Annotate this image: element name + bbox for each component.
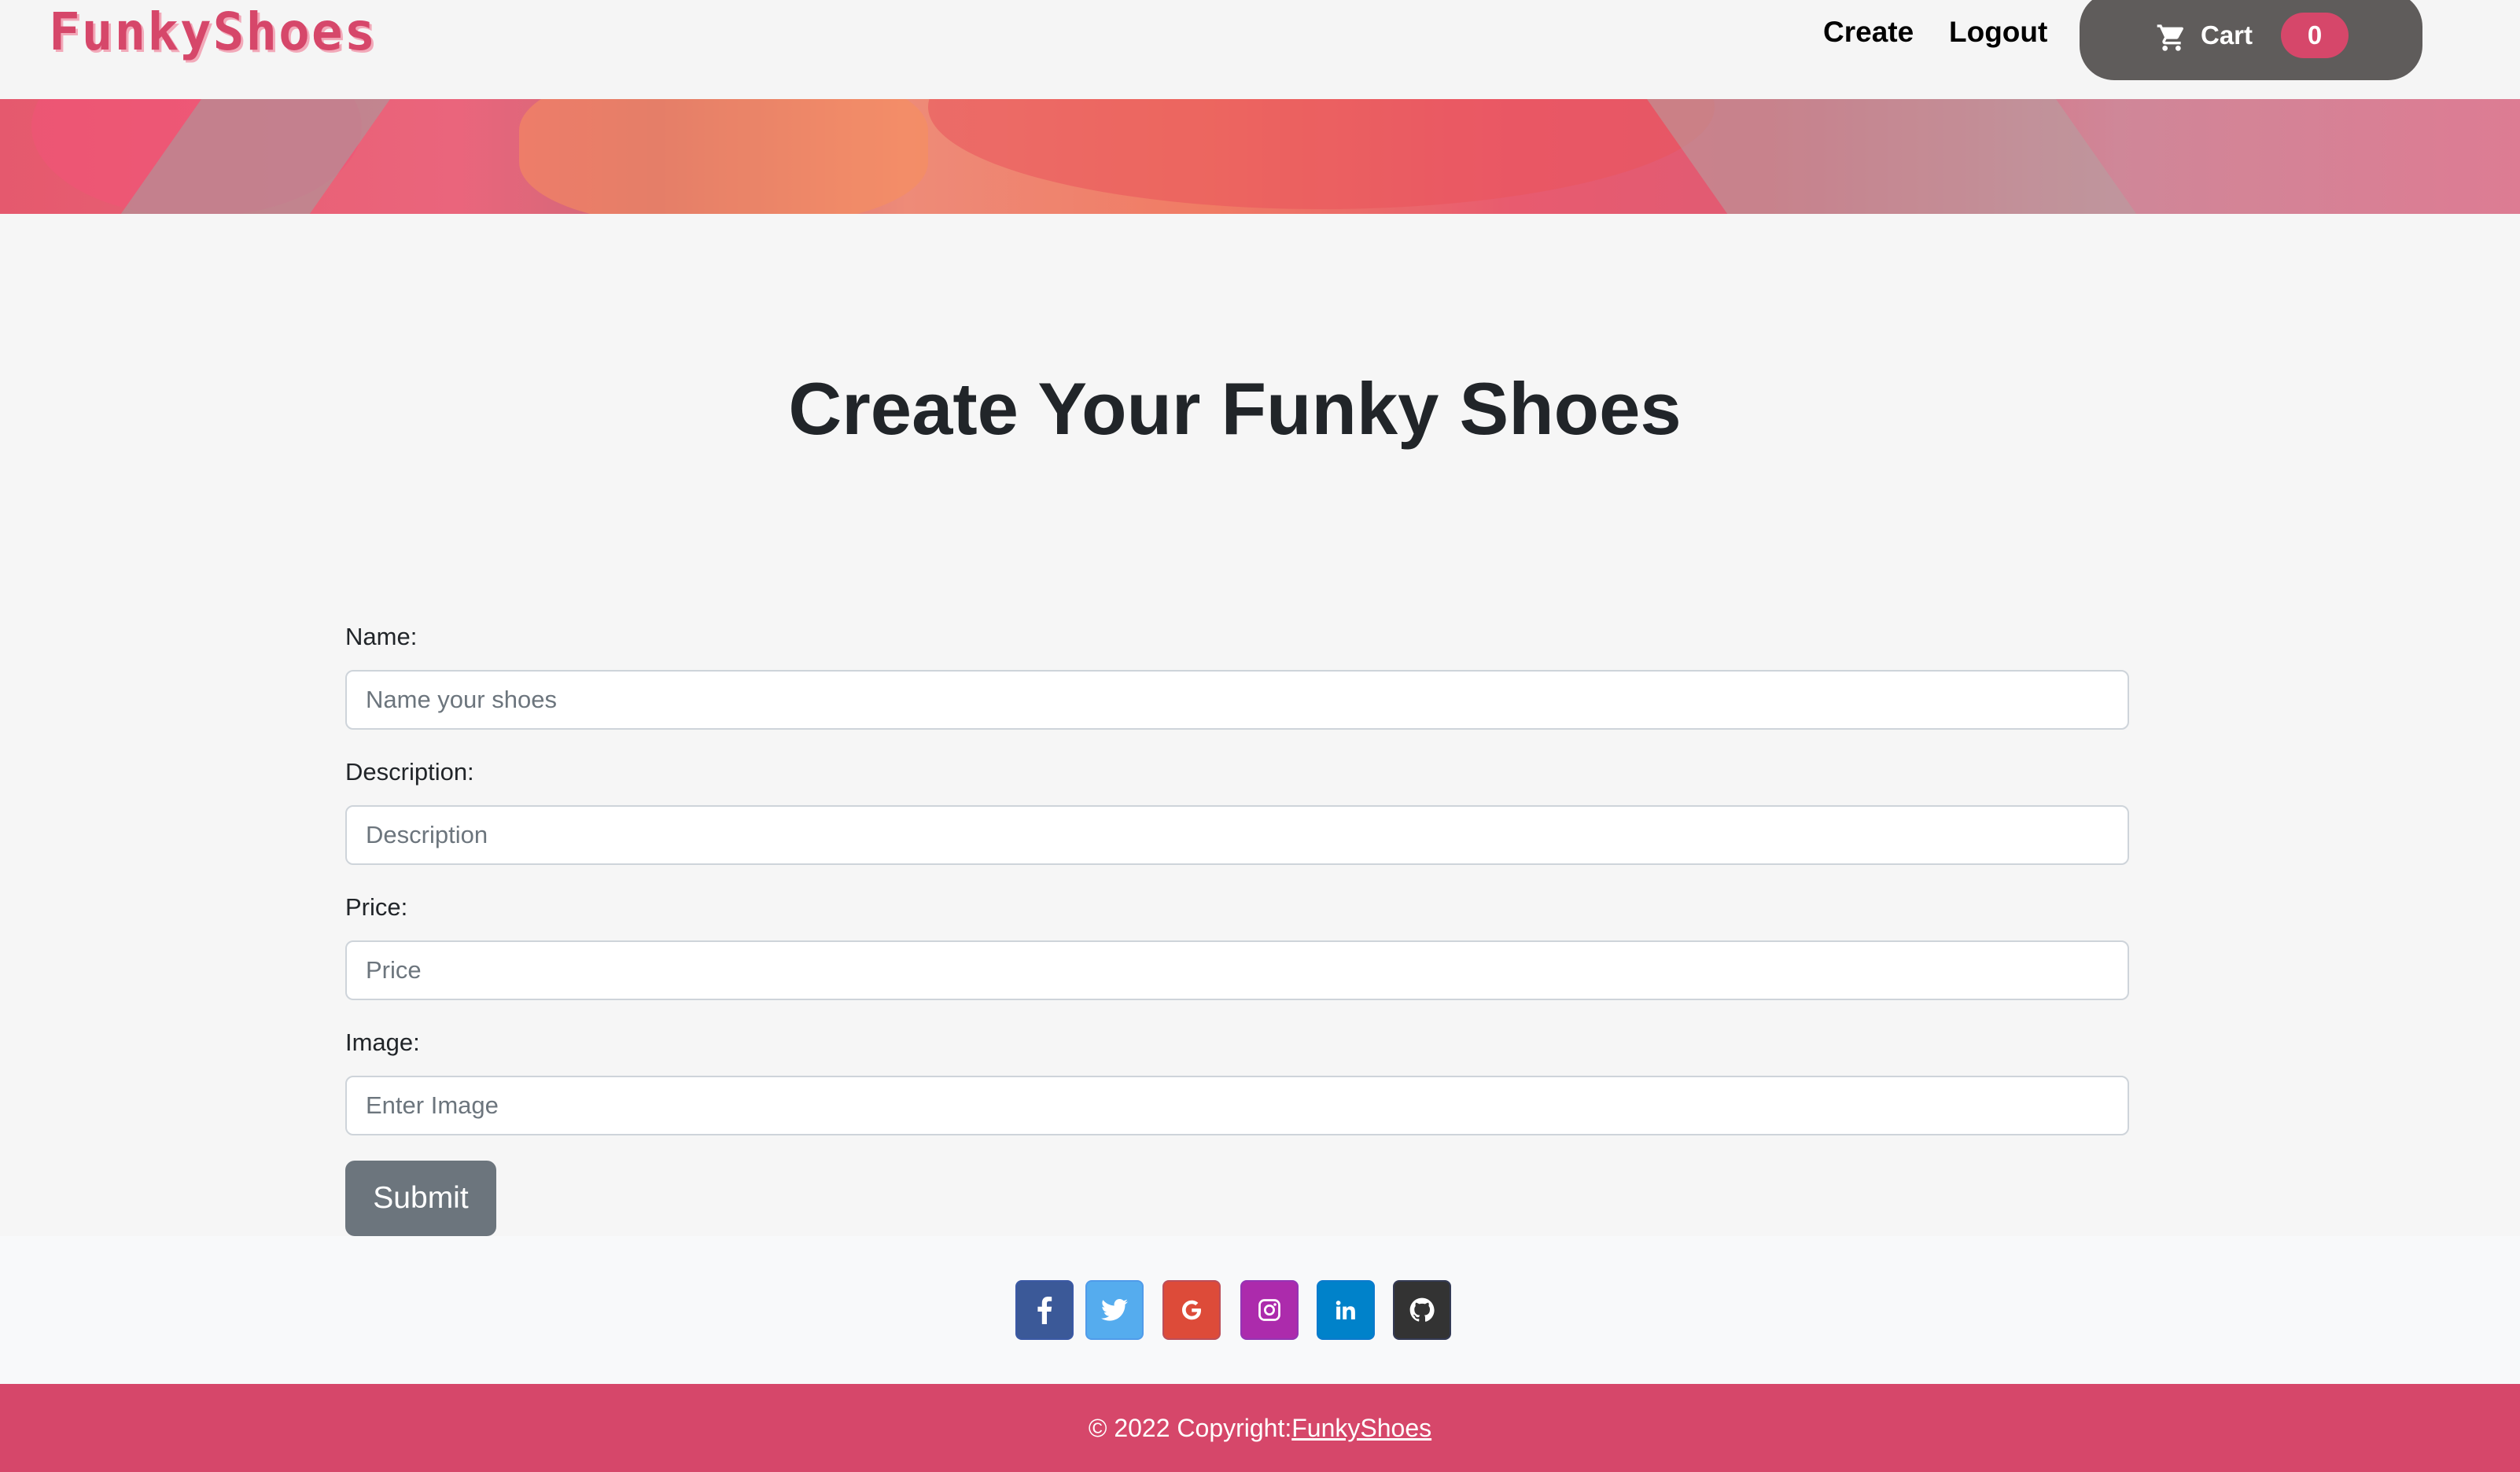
- google-button[interactable]: [1162, 1280, 1221, 1340]
- name-label: Name:: [345, 623, 418, 650]
- brand-logo[interactable]: FunkyShoes: [49, 2, 377, 62]
- nav-create-link[interactable]: Create: [1823, 16, 1914, 49]
- instagram-icon: [1258, 1299, 1280, 1321]
- submit-button[interactable]: Submit: [345, 1161, 496, 1236]
- cart-button[interactable]: Cart 0: [2080, 0, 2422, 80]
- image-label: Image:: [345, 1029, 420, 1056]
- price-label: Price:: [345, 893, 408, 921]
- hero-banner-image: [0, 99, 2520, 214]
- twitter-button[interactable]: [1085, 1280, 1144, 1340]
- price-input[interactable]: [345, 940, 2129, 1000]
- shopping-cart-icon: [2157, 24, 2184, 51]
- linkedin-icon: [1336, 1301, 1355, 1319]
- footer-brand-link[interactable]: FunkyShoes: [1291, 1414, 1431, 1442]
- copyright-text: © 2022 Copyright:: [1088, 1414, 1292, 1442]
- google-icon: [1182, 1300, 1201, 1320]
- image-input[interactable]: [345, 1076, 2129, 1135]
- twitter-icon: [1101, 1298, 1128, 1321]
- cart-label: Cart: [2201, 20, 2253, 50]
- footer: © 2022 Copyright:FunkyShoes: [0, 1384, 2520, 1472]
- description-label: Description:: [345, 758, 474, 786]
- name-input[interactable]: [345, 670, 2129, 730]
- github-icon: [1409, 1297, 1435, 1322]
- nav-logout-link[interactable]: Logout: [1949, 16, 2047, 49]
- cart-count-badge: 0: [2281, 13, 2349, 58]
- facebook-icon: [1037, 1297, 1052, 1324]
- instagram-button[interactable]: [1240, 1280, 1299, 1340]
- page-title: Create Your Funky Shoes: [788, 367, 1682, 450]
- linkedin-button[interactable]: [1317, 1280, 1375, 1340]
- description-input[interactable]: [345, 805, 2129, 865]
- facebook-button[interactable]: [1015, 1280, 1074, 1340]
- github-button[interactable]: [1393, 1280, 1451, 1340]
- navbar: FunkyShoes Create Logout Cart 0: [0, 0, 2520, 99]
